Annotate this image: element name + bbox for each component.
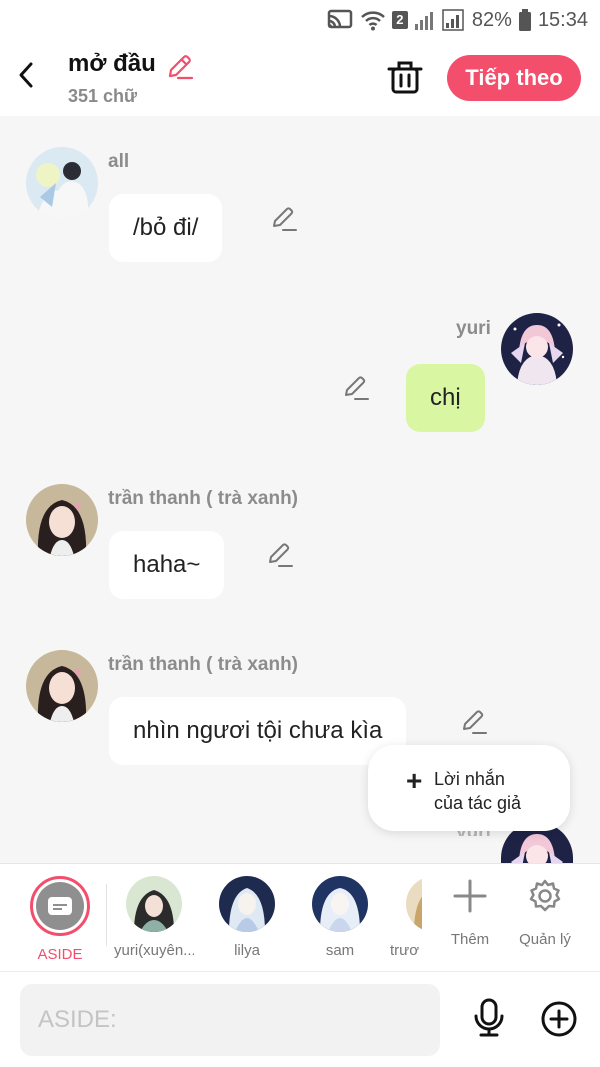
- message-bubble[interactable]: chị: [406, 364, 485, 432]
- add-character-label: Thêm: [450, 931, 490, 948]
- character-avatar: [312, 876, 368, 932]
- divider: [106, 884, 107, 946]
- signal-icon: [414, 12, 433, 30]
- character-label: trươ: [390, 942, 420, 959]
- aside-avatar: [30, 876, 90, 936]
- clock: 15:34: [537, 8, 588, 31]
- back-icon[interactable]: [10, 58, 44, 92]
- wifi-icon: [361, 11, 385, 31]
- add-character-button[interactable]: Thêm: [430, 878, 510, 948]
- trash-icon[interactable]: [386, 58, 424, 96]
- edit-title-icon[interactable]: [164, 52, 194, 82]
- character-aside[interactable]: ASIDE: [20, 876, 100, 963]
- next-button[interactable]: Tiếp theo: [447, 55, 581, 101]
- character-label: sam: [325, 942, 355, 959]
- sim-badge: 2: [391, 11, 408, 29]
- cast-icon: [327, 9, 353, 29]
- manage-button[interactable]: Quản lý: [505, 878, 585, 948]
- character-avatar: [406, 876, 422, 932]
- sender-name: trần thanh ( trà xanh): [108, 488, 299, 509]
- character-label: lilya: [234, 942, 260, 959]
- add-circle-icon[interactable]: [540, 1000, 578, 1038]
- sender-name: all: [108, 151, 130, 172]
- gear-icon: [529, 879, 561, 912]
- avatar-yuri[interactable]: [501, 313, 573, 385]
- sender-name: yuri: [456, 318, 491, 339]
- sender-name: trần thanh ( trà xanh): [108, 654, 299, 675]
- edit-message-icon[interactable]: [270, 205, 298, 233]
- character-label: yuri(xuyên...: [114, 942, 194, 959]
- author-note-line1: Lời nhắn: [434, 769, 505, 789]
- character-avatar: [219, 876, 275, 932]
- plus-icon: [453, 879, 487, 913]
- app-header: mở đầu 351 chữ Tiếp theo: [0, 40, 600, 116]
- character-yuri[interactable]: yuri(xuyên...: [114, 876, 194, 959]
- status-bar: 2 82% 15:34: [0, 0, 600, 40]
- edit-message-icon[interactable]: [266, 541, 294, 569]
- character-label: ASIDE: [37, 946, 83, 963]
- avatar-all[interactable]: [26, 147, 98, 219]
- manage-label: Quản lý: [519, 931, 571, 948]
- edit-message-icon[interactable]: [460, 708, 488, 736]
- edit-message-icon[interactable]: [342, 374, 370, 402]
- author-note-button[interactable]: + Lời nhắn của tác giả: [368, 745, 570, 831]
- plus-icon: +: [406, 765, 423, 796]
- message-bubble[interactable]: haha~: [109, 531, 225, 599]
- word-count: 351 chữ: [68, 86, 138, 106]
- avatar-tran-thanh[interactable]: [26, 650, 98, 722]
- input-bar: [0, 971, 600, 1067]
- message-bubble[interactable]: nhìn ngươi tội chưa kìa: [109, 697, 407, 765]
- avatar-tran-thanh[interactable]: [26, 484, 98, 556]
- note-icon: [48, 897, 72, 915]
- character-bar: ASIDE yuri(xuyên... lilya sam trươ Thêm …: [0, 863, 600, 971]
- page-title: mở đầu: [68, 50, 156, 77]
- microphone-icon[interactable]: [470, 998, 508, 1038]
- message-bubble[interactable]: /bỏ đi/: [109, 194, 223, 262]
- character-truong[interactable]: trươ: [390, 876, 422, 959]
- battery-icon: [518, 9, 531, 31]
- author-note-label: Lời nhắn của tác giả: [434, 767, 521, 815]
- character-avatar: [126, 876, 182, 932]
- message-input[interactable]: [20, 984, 440, 1056]
- author-note-line2: của tác giả: [434, 793, 522, 813]
- character-sam[interactable]: sam: [300, 876, 380, 959]
- character-lilya[interactable]: lilya: [207, 876, 287, 959]
- signal-icon-2: [442, 9, 464, 31]
- status-icons: 2 82% 15:34: [326, 6, 588, 34]
- battery-percent: 82%: [471, 8, 512, 31]
